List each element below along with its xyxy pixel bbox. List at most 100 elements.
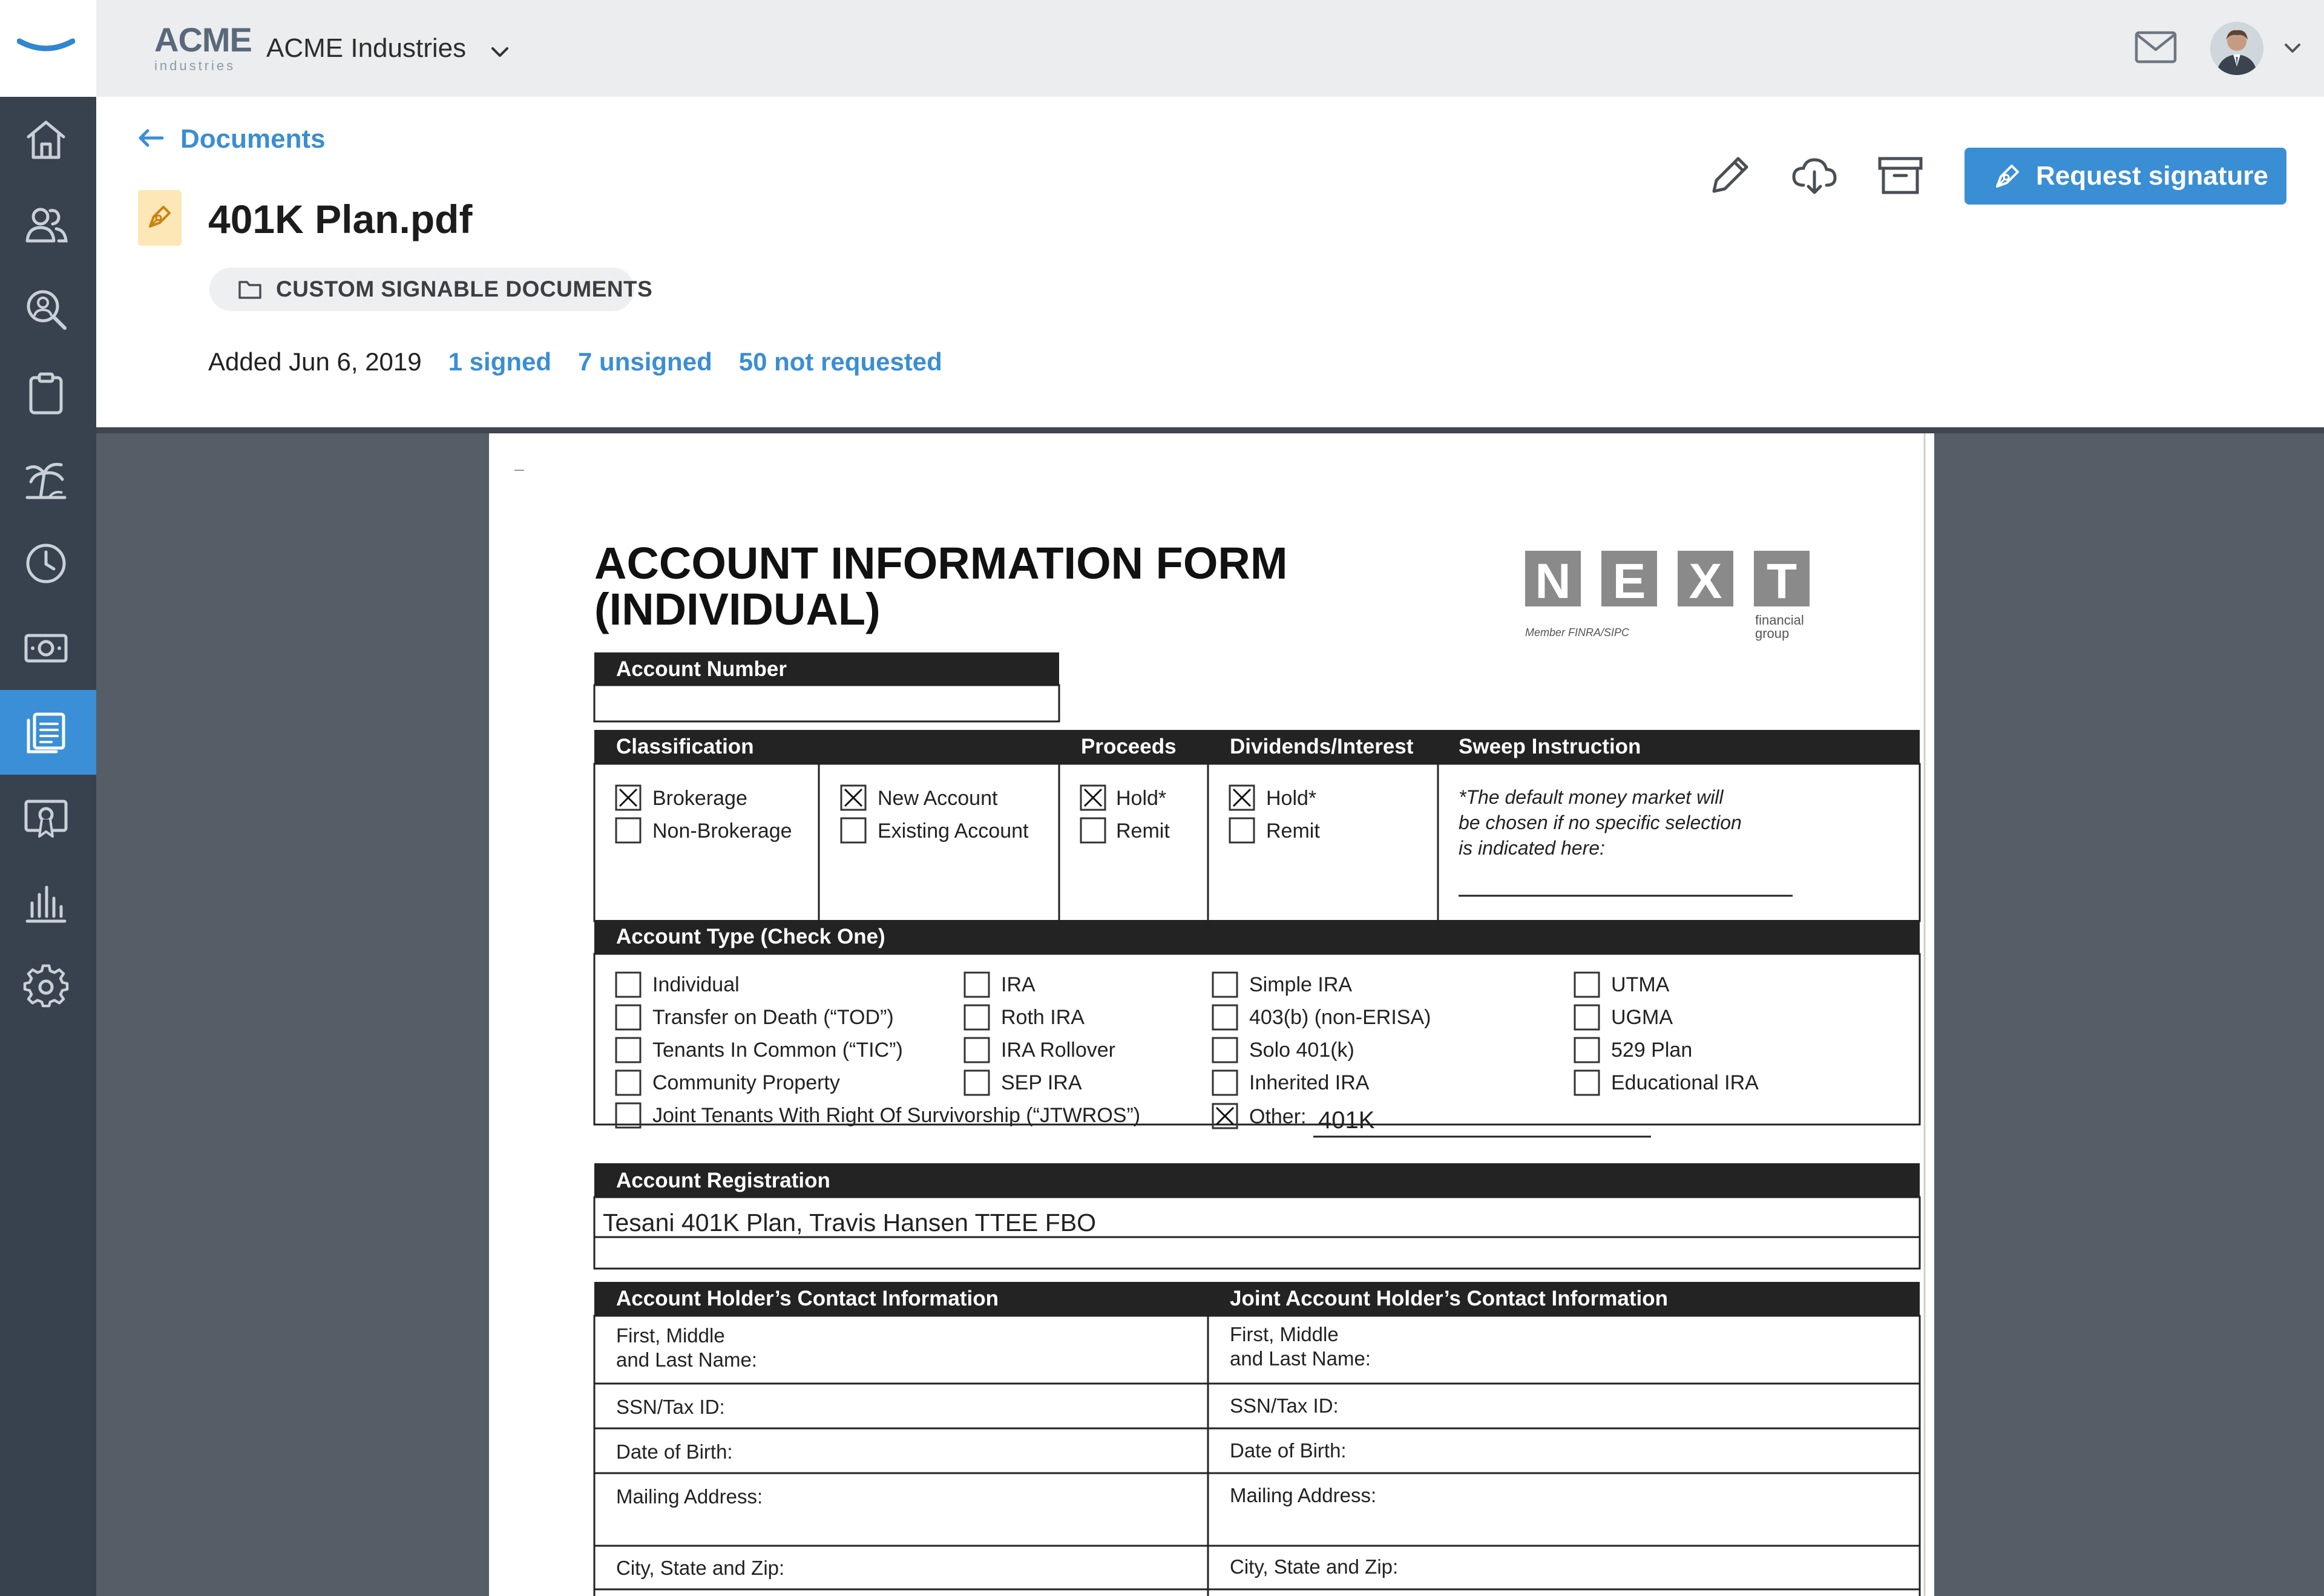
checkbox-dividends-remit[interactable] — [1229, 817, 1255, 844]
logo-letter: T — [1767, 554, 1797, 609]
clock-icon — [26, 543, 66, 583]
checkbox-simple-ira[interactable] — [1212, 971, 1238, 998]
joint-contact-label: Joint Account Holder’s Contact Informati… — [1230, 1287, 1668, 1310]
sidebar-item-reports[interactable] — [0, 859, 96, 944]
mailing-address-field-label: Mailing Address: — [616, 1485, 763, 1508]
next-financial-logo: N E X T Member FINRA/SIPC financial grou… — [1525, 551, 1810, 641]
users-icon — [25, 208, 68, 243]
ira-label: IRA — [1001, 973, 1036, 996]
chevron-down-icon[interactable] — [2280, 36, 2305, 61]
proceeds-remit-label: Remit — [1116, 819, 1170, 842]
dividends-label: Dividends/Interest — [1230, 735, 1414, 758]
registration-value[interactable]: Tesani 401K Plan, Travis Hansen TTEE FBO — [603, 1209, 1096, 1236]
edit-button[interactable] — [1701, 146, 1759, 205]
name-field-label: First, Middle — [616, 1324, 725, 1347]
sweep-note-line: is indicated here: — [1459, 837, 1605, 859]
sidebar-item-time-off[interactable] — [0, 436, 96, 521]
checkbox-ugma[interactable] — [1574, 1004, 1600, 1031]
gear-icon — [23, 964, 69, 1008]
sidebar-item-payroll[interactable] — [0, 605, 96, 690]
joint-ssn-field-label: SSN/Tax ID: — [1230, 1394, 1339, 1417]
account-type-col2: IRA Roth IRA IRA Rollover SEP IRA — [963, 971, 1115, 1096]
tod-label: Transfer on Death (“TOD”) — [652, 1006, 894, 1029]
proceeds-label: Proceeds — [1081, 735, 1177, 758]
request-signature-label: Request signature — [2036, 161, 2268, 191]
checkbox-roth-ira[interactable] — [963, 1004, 990, 1031]
palm-tree-icon — [25, 462, 67, 499]
pdf-page[interactable]: ACCOUNT INFORMATION FORM (INDIVIDUAL) N … — [489, 433, 1934, 1596]
sidebar-item-training[interactable] — [0, 775, 96, 859]
checkbox-solo-401k[interactable] — [1212, 1037, 1238, 1063]
checkbox-educational-ira[interactable] — [1574, 1069, 1600, 1096]
sidebar-item-home[interactable] — [0, 97, 96, 182]
sidebar-item-settings[interactable] — [0, 944, 96, 1029]
checkbox-ira[interactable] — [963, 971, 990, 998]
checkbox-non-brokerage[interactable] — [615, 817, 642, 844]
holder-contact-fields: First, Middle and Last Name: SSN/Tax ID:… — [616, 1324, 784, 1579]
sidebar-item-tasks[interactable] — [0, 351, 96, 436]
account-information-form: ACCOUNT INFORMATION FORM (INDIVIDUAL) N … — [514, 433, 1926, 1596]
checkbox-dividends-hold[interactable] — [1229, 784, 1255, 811]
utma-label: UTMA — [1611, 973, 1670, 996]
sidebar-item-recruiting[interactable] — [0, 266, 96, 351]
signed-count-link[interactable]: 1 signed — [448, 345, 551, 379]
download-button[interactable] — [1785, 146, 1843, 205]
checkbox-proceeds-hold[interactable] — [1080, 784, 1106, 811]
sidebar-item-documents[interactable] — [0, 690, 96, 775]
checkbox-403b[interactable] — [1212, 1004, 1238, 1031]
checkbox-ira-rollover[interactable] — [963, 1037, 990, 1063]
checkbox-existing-account[interactable] — [840, 817, 867, 844]
company-logo: ACME industries — [154, 22, 252, 74]
pen-nib-icon — [1996, 165, 2019, 188]
brokerage-label: Brokerage — [652, 787, 747, 810]
back-link-label: Documents — [180, 124, 326, 154]
top-bar: ACME industries ACME Industries — [0, 0, 2324, 97]
joint-name-field-label: First, Middle — [1230, 1323, 1339, 1345]
mail-icon[interactable] — [2134, 29, 2178, 65]
folder-tag[interactable]: CUSTOM SIGNABLE DOCUMENTS — [209, 268, 652, 311]
form-title-line2: (INDIVIDUAL) — [594, 584, 881, 634]
checkbox-inherited-ira[interactable] — [1212, 1069, 1238, 1096]
viewer-divider — [96, 427, 2324, 433]
checkbox-individual[interactable] — [615, 971, 642, 998]
logo-letter: N — [1535, 554, 1571, 609]
company-switcher-label[interactable]: ACME Industries — [266, 31, 466, 65]
ssn-field-label: SSN/Tax ID: — [616, 1396, 725, 1418]
avatar[interactable] — [2210, 22, 2263, 75]
archive-button[interactable] — [1871, 146, 1929, 205]
checkbox-new-account[interactable] — [840, 784, 867, 811]
checkbox-sep-ira[interactable] — [963, 1069, 990, 1096]
sweep-label: Sweep Instruction — [1459, 735, 1641, 758]
sidebar — [0, 97, 96, 1596]
city-state-zip-field-label: City, State and Zip: — [616, 1557, 784, 1579]
checkbox-community-property[interactable] — [615, 1069, 642, 1096]
logo-letter: X — [1689, 554, 1722, 609]
jtwros-label: Joint Tenants With Right Of Survivorship… — [652, 1104, 1140, 1127]
ugma-label: UGMA — [1611, 1006, 1673, 1029]
checkbox-proceeds-remit[interactable] — [1080, 817, 1106, 844]
checkbox-tic[interactable] — [615, 1037, 642, 1063]
chevron-down-icon[interactable] — [487, 39, 513, 65]
checkbox-tod[interactable] — [615, 1004, 642, 1031]
sidebar-item-people[interactable] — [0, 182, 96, 266]
holder-contact-label: Account Holder’s Contact Information — [616, 1287, 999, 1310]
joint-mailing-address-field-label: Mailing Address: — [1230, 1484, 1376, 1506]
proceeds-hold-label: Hold* — [1116, 787, 1166, 810]
not-requested-count-link[interactable]: 50 not requested — [739, 345, 942, 379]
community-property-label: Community Property — [652, 1071, 840, 1094]
unsigned-count-link[interactable]: 7 unsigned — [578, 345, 712, 379]
existing-account-label: Existing Account — [878, 819, 1029, 842]
sidebar-item-time[interactable] — [0, 521, 96, 605]
other-value[interactable]: 401K — [1318, 1107, 1375, 1134]
registration-label: Account Registration — [616, 1169, 830, 1192]
app-logo-icon — [17, 38, 75, 51]
dividends-hold-label: Hold* — [1266, 787, 1316, 810]
sweep-note-line: *The default money market will — [1459, 786, 1724, 808]
checkbox-brokerage[interactable] — [615, 784, 642, 811]
money-icon — [24, 634, 68, 663]
checkbox-utma[interactable] — [1574, 971, 1600, 998]
checkbox-529-plan[interactable] — [1574, 1037, 1600, 1063]
app-logo-tile[interactable] — [0, 0, 96, 97]
request-signature-button[interactable]: Request signature — [1965, 148, 2286, 205]
page-title: 401K Plan.pdf — [208, 197, 473, 241]
